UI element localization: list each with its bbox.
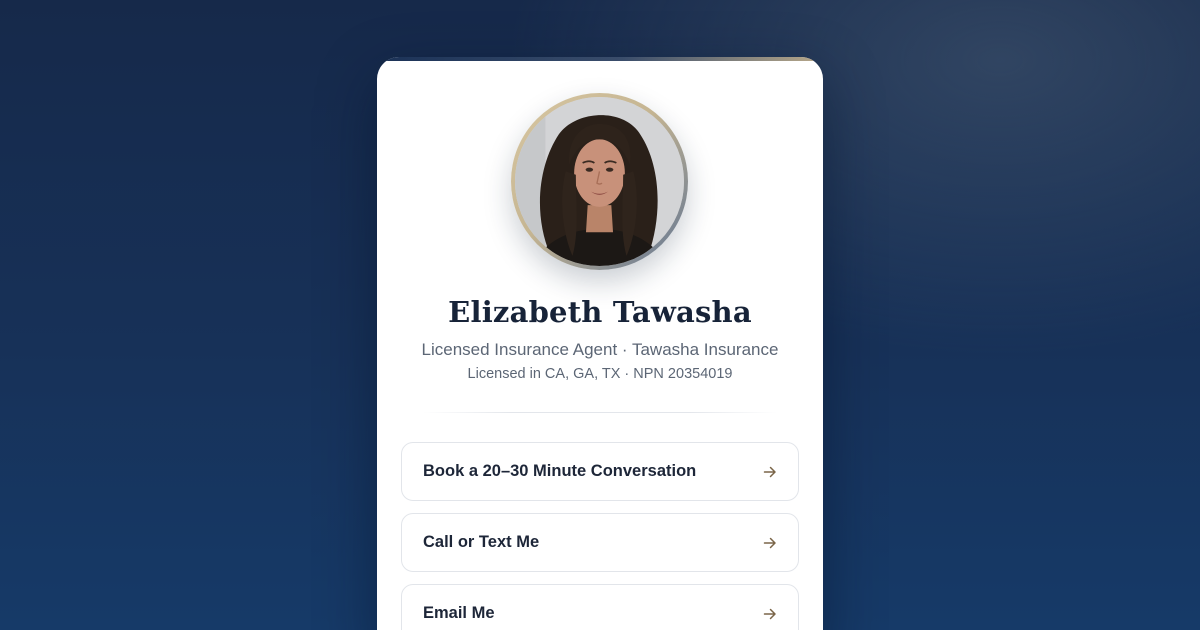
call-or-text-label: Call or Text Me [423,533,540,551]
profile-license: Licensed in CA, GA, TX · NPN 20354019 [467,366,733,382]
book-conversation-button[interactable]: Book a 20–30 Minute Conversation [401,442,799,501]
profile-card: Elizabeth Tawasha Licensed Insurance Age… [377,57,823,630]
card-accent-bar [377,57,823,61]
profile-name: Elizabeth Tawasha [448,295,752,329]
email-button[interactable]: Email Me [401,584,799,630]
book-conversation-label: Book a 20–30 Minute Conversation [423,462,697,480]
avatar [515,97,684,266]
email-label: Email Me [423,604,495,622]
profile-photo [515,97,684,266]
arrow-right-icon [763,608,776,619]
arrow-right-icon [763,537,776,548]
section-divider [423,412,777,413]
avatar-ring [511,93,688,270]
arrow-right-icon [763,466,776,477]
profile-role: Licensed Insurance Agent · Tawasha Insur… [421,340,779,359]
call-or-text-button[interactable]: Call or Text Me [401,513,799,572]
